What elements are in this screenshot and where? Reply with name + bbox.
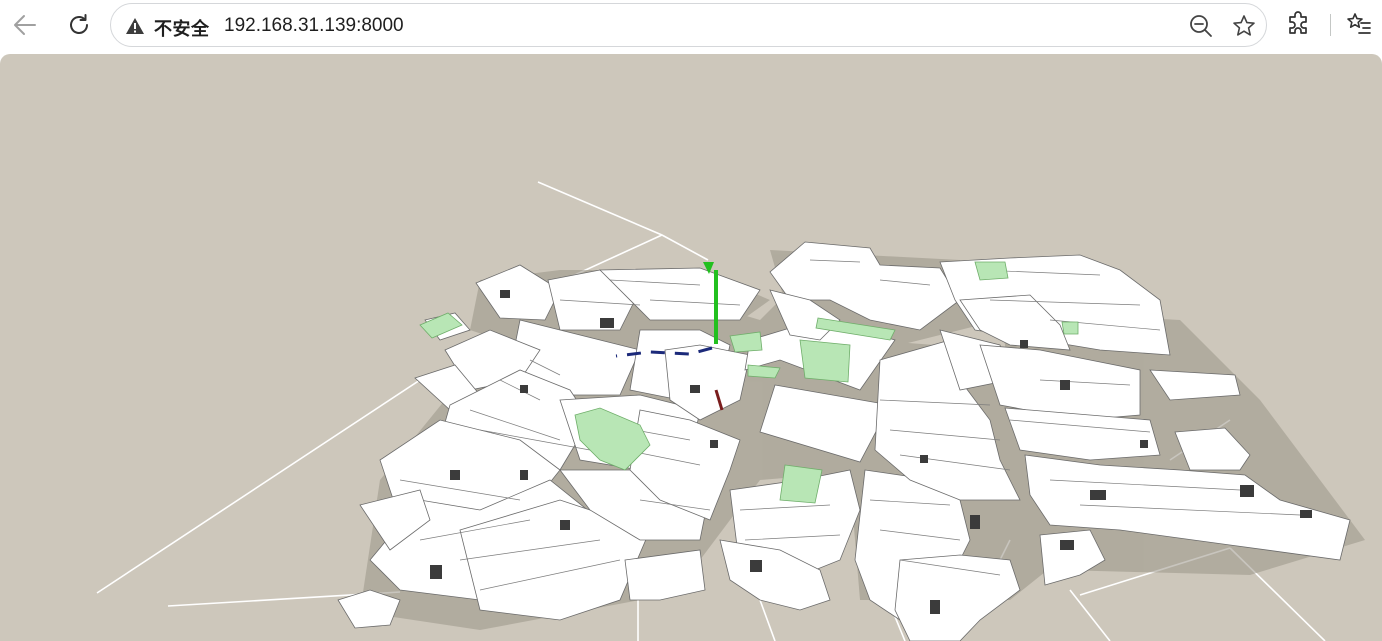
reload-button[interactable]: [62, 8, 96, 42]
url-text[interactable]: 192.168.31.139:8000: [224, 15, 404, 37]
toolbar-divider: [1330, 14, 1331, 36]
favorites-list-icon[interactable]: [1346, 11, 1372, 37]
arrow-left-icon: [14, 15, 36, 35]
zoom-out-icon[interactable]: [1189, 14, 1213, 38]
address-bar[interactable]: 不安全 192.168.31.139:8000: [110, 3, 1267, 47]
puzzle-piece-icon[interactable]: [1286, 11, 1312, 37]
back-button[interactable]: [8, 8, 42, 42]
buildings: [337, 241, 1351, 641]
park: [799, 339, 851, 383]
park: [974, 261, 1009, 281]
security-status-label[interactable]: 不安全: [154, 15, 210, 41]
reload-icon: [70, 14, 88, 34]
warning-triangle-icon: [126, 18, 144, 34]
park: [779, 464, 823, 504]
browser-toolbar: 不安全 192.168.31.139:8000: [0, 0, 1382, 52]
map-3d-viewport[interactable]: [0, 54, 1382, 641]
star-icon[interactable]: [1232, 14, 1256, 38]
city-model-scene[interactable]: [0, 54, 1382, 641]
park: [1061, 321, 1079, 335]
park: [729, 331, 763, 353]
building-block: [894, 554, 1021, 641]
